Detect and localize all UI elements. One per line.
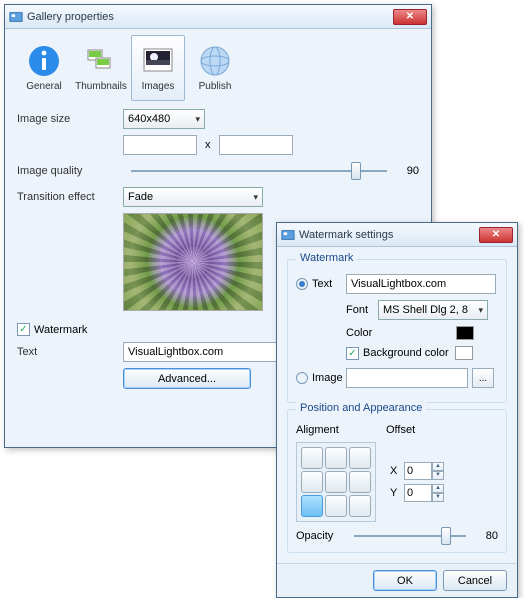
tab-publish[interactable]: Publish: [188, 35, 242, 101]
quality-slider[interactable]: [131, 170, 387, 172]
advanced-button[interactable]: Advanced...: [123, 368, 251, 389]
text-radio-label: Text: [312, 278, 346, 290]
offset-x-input[interactable]: [404, 462, 432, 480]
opacity-thumb[interactable]: [441, 527, 451, 545]
font-select[interactable]: MS Shell Dlg 2, 8: [378, 300, 488, 320]
transition-label: Transition effect: [17, 191, 123, 203]
spin-up-icon[interactable]: ▲: [432, 484, 444, 493]
position-group: Position and Appearance Aligment Offset: [287, 409, 507, 553]
watermark-body: Watermark Text Font MS Shell Dlg 2, 8 Co…: [277, 247, 517, 563]
alignment-label: Aligment: [296, 424, 386, 436]
quality-label: Image quality: [17, 165, 123, 177]
align-bl[interactable]: [301, 495, 323, 517]
height-input[interactable]: [219, 135, 293, 155]
width-input[interactable]: [123, 135, 197, 155]
tab-label: General: [26, 81, 62, 92]
gallery-titlebar[interactable]: Gallery properties ✕: [5, 5, 431, 29]
text-radio[interactable]: [296, 278, 308, 290]
align-bc[interactable]: [325, 495, 347, 517]
app-icon: [9, 10, 23, 24]
watermark-check-label: Watermark: [34, 324, 87, 336]
app-icon: [281, 228, 295, 242]
spin-up-icon[interactable]: ▲: [432, 462, 444, 471]
watermark-text-input[interactable]: [123, 342, 293, 362]
wm-image-input[interactable]: [346, 368, 468, 388]
align-tr[interactable]: [349, 447, 371, 469]
watermark-settings-window: Watermark settings ✕ Watermark Text Font…: [276, 222, 518, 598]
tab-thumbnails[interactable]: Thumbnails: [74, 35, 128, 101]
spin-down-icon[interactable]: ▼: [432, 493, 444, 502]
image-radio-label: Image: [312, 372, 346, 384]
close-icon[interactable]: ✕: [479, 227, 513, 243]
thumbnails-icon: [84, 44, 118, 78]
bgcolor-swatch[interactable]: [455, 346, 473, 360]
color-swatch[interactable]: [456, 326, 474, 340]
transition-preview: [123, 213, 263, 311]
quality-thumb[interactable]: [351, 162, 361, 180]
y-label: Y: [390, 487, 404, 499]
watermark-checkbox[interactable]: ✓: [17, 323, 30, 336]
color-label: Color: [346, 327, 456, 339]
ok-button[interactable]: OK: [373, 570, 437, 591]
watermark-group: Watermark Text Font MS Shell Dlg 2, 8 Co…: [287, 259, 507, 403]
bgcolor-label: Background color: [363, 347, 455, 359]
offset-x-spinner[interactable]: ▲▼: [404, 462, 444, 480]
image-size-select[interactable]: 640x480: [123, 109, 205, 129]
bgcolor-checkbox[interactable]: ✓: [346, 347, 359, 360]
tab-strip: General Thumbnails Images Publish: [17, 35, 419, 101]
transition-select[interactable]: Fade: [123, 187, 263, 207]
opacity-value: 80: [474, 530, 498, 542]
offset-y-input[interactable]: [404, 484, 432, 502]
browse-button[interactable]: ...: [472, 368, 494, 388]
info-icon: [27, 44, 61, 78]
tab-images[interactable]: Images: [131, 35, 185, 101]
position-group-label: Position and Appearance: [296, 402, 426, 414]
tab-label: Images: [142, 81, 175, 92]
spin-down-icon[interactable]: ▼: [432, 471, 444, 480]
images-icon: [141, 44, 175, 78]
watermark-group-label: Watermark: [296, 252, 357, 264]
globe-icon: [198, 44, 232, 78]
text-label: Text: [17, 346, 123, 358]
tab-label: Thumbnails: [75, 81, 127, 92]
close-icon[interactable]: ✕: [393, 9, 427, 25]
watermark-title: Watermark settings: [299, 229, 393, 241]
quality-value: 90: [395, 165, 419, 177]
dim-separator: x: [205, 139, 211, 151]
opacity-slider[interactable]: [354, 535, 466, 537]
image-radio[interactable]: [296, 372, 308, 384]
align-mr[interactable]: [349, 471, 371, 493]
image-size-label: Image size: [17, 113, 123, 125]
tab-label: Publish: [199, 81, 232, 92]
align-br[interactable]: [349, 495, 371, 517]
x-label: X: [390, 465, 404, 477]
wm-text-input[interactable]: [346, 274, 496, 294]
align-tl[interactable]: [301, 447, 323, 469]
opacity-label: Opacity: [296, 530, 346, 542]
offset-label: Offset: [386, 424, 415, 436]
watermark-titlebar[interactable]: Watermark settings ✕: [277, 223, 517, 247]
font-label: Font: [346, 304, 378, 316]
offset-y-spinner[interactable]: ▲▼: [404, 484, 444, 502]
dialog-buttons: OK Cancel: [277, 563, 517, 597]
align-tc[interactable]: [325, 447, 347, 469]
alignment-grid: [296, 442, 376, 522]
cancel-button[interactable]: Cancel: [443, 570, 507, 591]
gallery-title: Gallery properties: [27, 11, 114, 23]
align-mc[interactable]: [325, 471, 347, 493]
tab-general[interactable]: General: [17, 35, 71, 101]
align-ml[interactable]: [301, 471, 323, 493]
